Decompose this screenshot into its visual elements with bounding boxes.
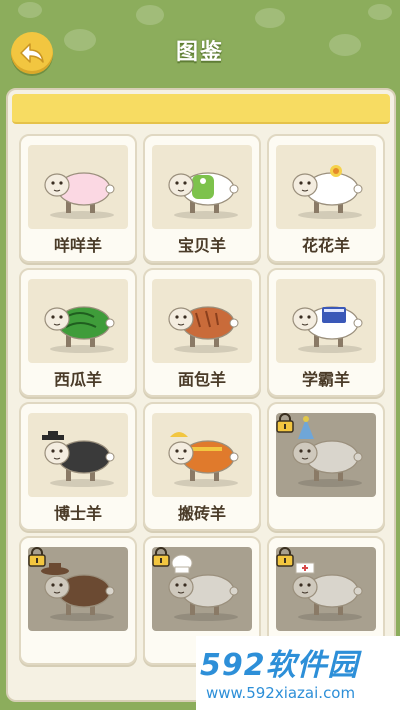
watermelon-sheep-icon [28,279,128,363]
doctor-sheep-icon [28,413,128,497]
sheep-card[interactable]: 面包羊 [143,268,261,397]
sheep-name: 宝贝羊 [177,236,226,255]
sheep-card[interactable]: 咩咩羊 [19,134,137,263]
baby-sheep-icon [152,145,252,229]
sheep-card[interactable] [267,402,385,531]
sheep-card[interactable]: 宝贝羊 [143,134,261,263]
chef-sheep-icon [152,547,252,631]
sheep-card[interactable] [19,536,137,665]
watermark-title: 592软件园 [200,648,359,683]
page-title: 图鉴 [175,40,224,65]
bread-sheep-icon [152,279,252,363]
sheep-card[interactable]: 搬砖羊 [143,402,261,531]
sheep-card[interactable]: 博士羊 [19,402,137,531]
collection-panel: 咩咩羊 宝贝羊 花花羊西瓜羊 面包羊 学霸羊博士羊 搬砖羊 [6,88,396,702]
sheep-name: 搬砖羊 [177,504,226,523]
sheep-card[interactable]: 西瓜羊 [19,268,137,397]
watermark-url: www.592xiazai.com [206,684,356,702]
cowboy-sheep-icon [28,547,128,631]
lock-icon [28,547,46,567]
sheep-name: 学霸羊 [301,370,350,389]
lock-icon [276,413,294,433]
sheep-card[interactable]: 学霸羊 [267,268,385,397]
nurse-sheep-icon [276,547,376,631]
flower-sheep-icon [276,145,376,229]
party-sheep-icon [276,413,376,497]
plain-sheep-icon [28,145,128,229]
worker-sheep-icon [152,413,252,497]
sheep-name: 咩咩羊 [53,236,102,255]
sheep-name: 西瓜羊 [53,370,102,389]
sheep-name: 面包羊 [177,370,226,389]
watermark: 592软件园 www.592xiazai.com [196,636,400,710]
scholar-sheep-icon [276,279,376,363]
sheep-grid: 咩咩羊 宝贝羊 花花羊西瓜羊 面包羊 学霸羊博士羊 搬砖羊 [8,90,394,700]
lock-icon [152,547,170,567]
header-bar: 图鉴 [0,0,400,82]
sheep-name: 花花羊 [301,236,350,255]
sheep-name: 博士羊 [53,504,102,523]
lock-icon [276,547,294,567]
sheep-card[interactable]: 花花羊 [267,134,385,263]
